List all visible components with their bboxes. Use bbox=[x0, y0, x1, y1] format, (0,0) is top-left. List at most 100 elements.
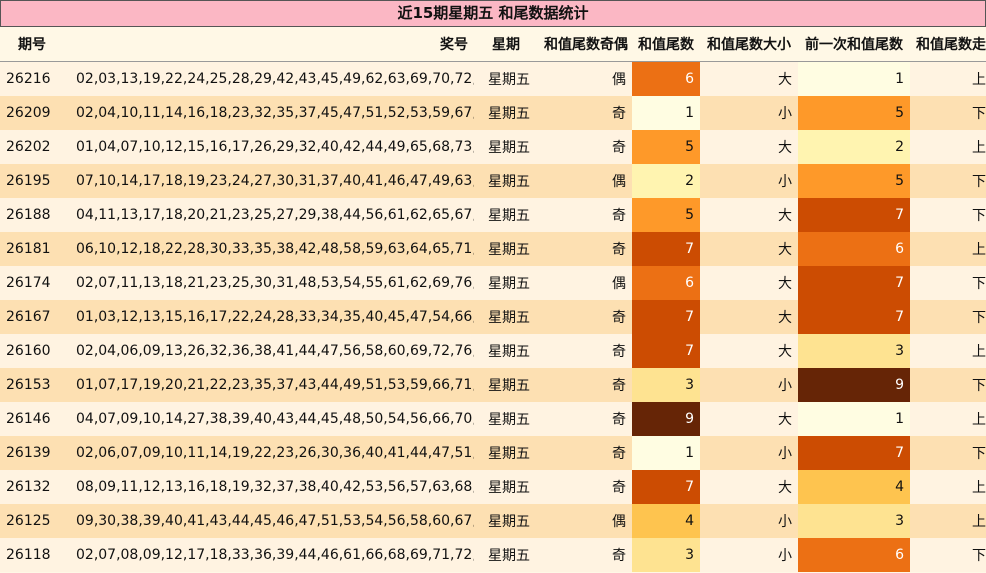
parity-cell: 奇 bbox=[538, 300, 632, 334]
weekday-cell: 星期五 bbox=[474, 470, 538, 504]
issue-cell: 26195 bbox=[0, 164, 70, 198]
table-row: 26209 02,04,10,11,14,16,18,23,32,35,37,45… bbox=[0, 96, 986, 130]
weekday-cell: 星期五 bbox=[474, 368, 538, 402]
trend-cell: 下降 bbox=[910, 538, 986, 572]
prev-tail-cell: 1 bbox=[798, 402, 910, 436]
tail-cell: 7 bbox=[632, 470, 700, 504]
parity-cell: 偶 bbox=[538, 164, 632, 198]
size-cell: 大 bbox=[700, 198, 798, 232]
size-cell: 大 bbox=[700, 266, 798, 300]
weekday-cell: 星期五 bbox=[474, 504, 538, 538]
issue-cell: 26188 bbox=[0, 198, 70, 232]
issue-cell: 26167 bbox=[0, 300, 70, 334]
table-row: 26118 02,07,08,09,12,17,18,33,36,39,44,46… bbox=[0, 538, 986, 572]
weekday-cell: 星期五 bbox=[474, 300, 538, 334]
trend-cell: 上升 bbox=[910, 232, 986, 266]
prev-tail-cell: 7 bbox=[798, 300, 910, 334]
issue-cell: 26209 bbox=[0, 96, 70, 130]
numbers-cell: 09,30,38,39,40,41,43,44,45,46,47,51,53,5… bbox=[70, 504, 474, 538]
issue-cell: 26216 bbox=[0, 61, 70, 96]
numbers-cell: 02,03,13,19,22,24,25,28,29,42,43,45,49,6… bbox=[70, 61, 474, 96]
weekday-cell: 星期五 bbox=[474, 96, 538, 130]
issue-cell: 26118 bbox=[0, 538, 70, 572]
table-body: 26216 02,03,13,19,22,24,25,28,29,42,43,45… bbox=[0, 61, 986, 572]
table-row: 26153 01,07,17,19,20,21,22,23,35,37,43,44… bbox=[0, 368, 986, 402]
issue-cell: 26174 bbox=[0, 266, 70, 300]
trend-cell: 下降 bbox=[910, 266, 986, 300]
numbers-cell: 01,04,07,10,12,15,16,17,26,29,32,40,42,4… bbox=[70, 130, 474, 164]
weekday-cell: 星期五 bbox=[474, 232, 538, 266]
numbers-cell: 02,06,07,09,10,11,14,19,22,23,26,30,36,4… bbox=[70, 436, 474, 470]
prev-tail-cell: 5 bbox=[798, 96, 910, 130]
weekday-cell: 星期五 bbox=[474, 61, 538, 96]
parity-cell: 偶 bbox=[538, 266, 632, 300]
issue-cell: 26181 bbox=[0, 232, 70, 266]
weekday-cell: 星期五 bbox=[474, 436, 538, 470]
prev-tail-cell: 9 bbox=[798, 368, 910, 402]
issue-cell: 26132 bbox=[0, 470, 70, 504]
weekday-cell: 星期五 bbox=[474, 538, 538, 572]
weekday-cell: 星期五 bbox=[474, 266, 538, 300]
prev-tail-cell: 6 bbox=[798, 538, 910, 572]
size-cell: 小 bbox=[700, 96, 798, 130]
issue-cell: 26202 bbox=[0, 130, 70, 164]
parity-cell: 奇 bbox=[538, 334, 632, 368]
table-row: 26202 01,04,07,10,12,15,16,17,26,29,32,40… bbox=[0, 130, 986, 164]
size-cell: 小 bbox=[700, 538, 798, 572]
trend-cell: 下降 bbox=[910, 96, 986, 130]
issue-cell: 26153 bbox=[0, 368, 70, 402]
numbers-cell: 07,10,14,17,18,19,23,24,27,30,31,37,40,4… bbox=[70, 164, 474, 198]
table-title: 近15期星期五 和尾数据统计 bbox=[0, 0, 986, 27]
table-row: 26174 02,07,11,13,18,21,23,25,30,31,48,53… bbox=[0, 266, 986, 300]
tail-cell: 7 bbox=[632, 232, 700, 266]
prev-tail-cell: 1 bbox=[798, 61, 910, 96]
tail-cell: 5 bbox=[632, 130, 700, 164]
size-cell: 小 bbox=[700, 164, 798, 198]
tail-cell: 4 bbox=[632, 504, 700, 538]
tail-cell: 5 bbox=[632, 198, 700, 232]
trend-cell: 下降 bbox=[910, 198, 986, 232]
stats-table: 期号 奖号 星期 和值尾数奇偶 和值尾数 和值尾数大小 前一次和值尾数 和值尾数… bbox=[0, 27, 986, 572]
size-cell: 大 bbox=[700, 470, 798, 504]
parity-cell: 奇 bbox=[538, 232, 632, 266]
size-cell: 小 bbox=[700, 368, 798, 402]
numbers-cell: 02,04,10,11,14,16,18,23,32,35,37,45,47,5… bbox=[70, 96, 474, 130]
header-row: 期号 奖号 星期 和值尾数奇偶 和值尾数 和值尾数大小 前一次和值尾数 和值尾数… bbox=[0, 27, 986, 62]
size-cell: 大 bbox=[700, 61, 798, 96]
weekday-cell: 星期五 bbox=[474, 164, 538, 198]
prev-tail-cell: 6 bbox=[798, 232, 910, 266]
trend-cell: 下降 bbox=[910, 368, 986, 402]
table-row: 26181 06,10,12,18,22,28,30,33,35,38,42,48… bbox=[0, 232, 986, 266]
header-tail: 和值尾数 bbox=[632, 27, 700, 62]
prev-tail-cell: 7 bbox=[798, 266, 910, 300]
numbers-cell: 08,09,11,12,13,16,18,19,32,37,38,40,42,5… bbox=[70, 470, 474, 504]
size-cell: 大 bbox=[700, 130, 798, 164]
table-row: 26216 02,03,13,19,22,24,25,28,29,42,43,45… bbox=[0, 61, 986, 96]
issue-cell: 26160 bbox=[0, 334, 70, 368]
numbers-cell: 01,07,17,19,20,21,22,23,35,37,43,44,49,5… bbox=[70, 368, 474, 402]
header-tail-parity: 和值尾数奇偶 bbox=[538, 27, 632, 62]
stats-panel: 近15期星期五 和尾数据统计 期号 奖号 星期 和值尾数奇偶 和值尾数 和值尾数… bbox=[0, 0, 986, 573]
trend-cell: 上升 bbox=[910, 61, 986, 96]
tail-cell: 3 bbox=[632, 368, 700, 402]
header-prev-tail: 前一次和值尾数 bbox=[798, 27, 910, 62]
issue-cell: 26139 bbox=[0, 436, 70, 470]
size-cell: 小 bbox=[700, 504, 798, 538]
weekday-cell: 星期五 bbox=[474, 402, 538, 436]
numbers-cell: 02,04,06,09,13,26,32,36,38,41,44,47,56,5… bbox=[70, 334, 474, 368]
numbers-cell: 02,07,11,13,18,21,23,25,30,31,48,53,54,5… bbox=[70, 266, 474, 300]
prev-tail-cell: 4 bbox=[798, 470, 910, 504]
parity-cell: 奇 bbox=[538, 470, 632, 504]
table-row: 26125 09,30,38,39,40,41,43,44,45,46,47,51… bbox=[0, 504, 986, 538]
prev-tail-cell: 2 bbox=[798, 130, 910, 164]
parity-cell: 奇 bbox=[538, 198, 632, 232]
numbers-cell: 02,07,08,09,12,17,18,33,36,39,44,46,61,6… bbox=[70, 538, 474, 572]
parity-cell: 偶 bbox=[538, 504, 632, 538]
weekday-cell: 星期五 bbox=[474, 198, 538, 232]
tail-cell: 7 bbox=[632, 334, 700, 368]
trend-cell: 上升 bbox=[910, 470, 986, 504]
trend-cell: 下降 bbox=[910, 300, 986, 334]
table-row: 26132 08,09,11,12,13,16,18,19,32,37,38,40… bbox=[0, 470, 986, 504]
trend-cell: 上升 bbox=[910, 130, 986, 164]
header-weekday: 星期 bbox=[474, 27, 538, 62]
